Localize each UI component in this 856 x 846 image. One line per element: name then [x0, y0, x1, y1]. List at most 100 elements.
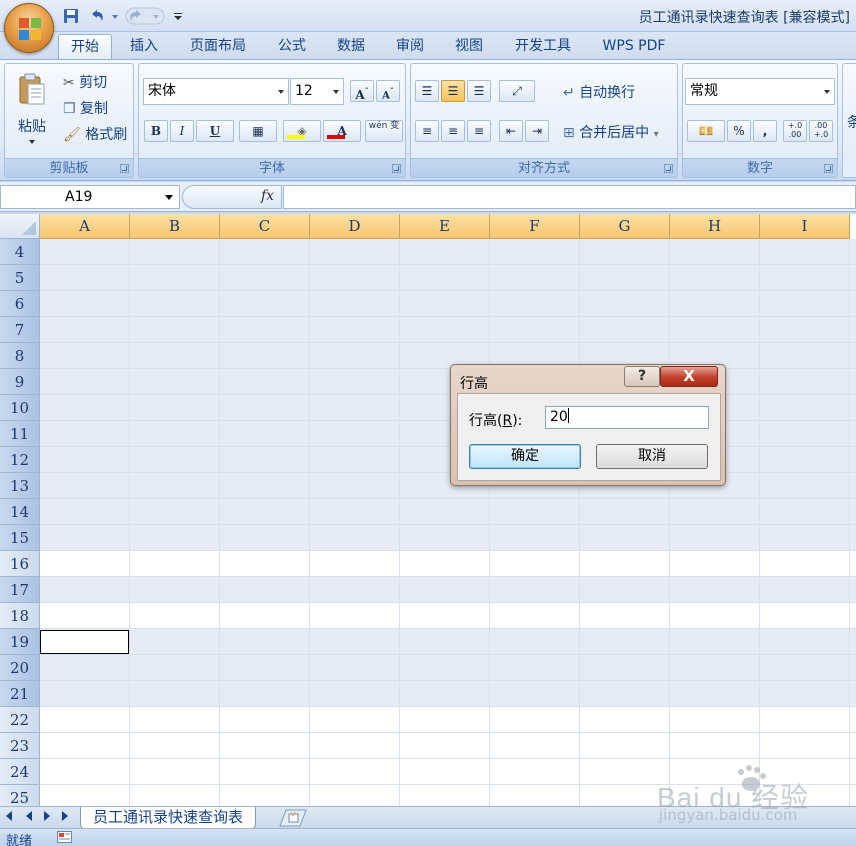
row-header[interactable]: 25 [0, 785, 40, 806]
tab-view[interactable]: 视图 [442, 34, 496, 60]
align-center-button[interactable]: ≡ [441, 120, 465, 142]
column-header[interactable]: H [670, 214, 760, 239]
row-header[interactable]: 23 [0, 733, 40, 759]
name-box[interactable]: A19 [0, 185, 180, 209]
row-header[interactable]: 14 [0, 499, 40, 525]
bold-button[interactable]: B [144, 120, 168, 142]
table-row[interactable] [40, 395, 856, 421]
prev-sheet-icon[interactable] [26, 811, 32, 821]
column-header[interactable]: G [580, 214, 670, 239]
active-cell[interactable] [40, 630, 129, 654]
table-row[interactable] [40, 421, 856, 447]
font-launcher-icon[interactable] [392, 164, 401, 173]
tab-insert[interactable]: 插入 [118, 34, 170, 60]
row-header[interactable]: 11 [0, 421, 40, 447]
styles-partial-label[interactable]: 条 [847, 112, 856, 132]
formula-input[interactable] [283, 185, 856, 209]
insert-sheet-icon[interactable] [278, 809, 308, 827]
table-row[interactable] [40, 681, 856, 707]
decrease-decimal-button[interactable]: .00 +.0 [809, 120, 833, 142]
orientation-button[interactable]: ⤢ [499, 80, 535, 102]
table-row[interactable] [40, 369, 856, 395]
currency-button[interactable]: 💴 [687, 120, 725, 142]
table-row[interactable] [40, 551, 856, 577]
row-header[interactable]: 5 [0, 265, 40, 291]
sheet-tab[interactable]: 员工通讯录快速查询表 [80, 807, 257, 829]
save-icon[interactable] [62, 7, 80, 25]
increase-decimal-button[interactable]: +.0 .00 [783, 120, 807, 142]
row-header[interactable]: 7 [0, 317, 40, 343]
cut-button[interactable]: ✂ 剪切 [63, 72, 107, 92]
row-header[interactable]: 9 [0, 369, 40, 395]
table-row[interactable] [40, 265, 856, 291]
table-row[interactable] [40, 577, 856, 603]
copy-button[interactable]: ❐ 复制 [63, 98, 108, 118]
column-header[interactable]: D [310, 214, 400, 239]
comma-button[interactable]: , [753, 120, 777, 142]
row-height-input[interactable]: 20 [545, 406, 709, 429]
italic-button[interactable]: I [170, 120, 194, 142]
underline-button[interactable]: U [196, 120, 234, 142]
tab-data[interactable]: 数据 [324, 34, 378, 60]
undo-icon[interactable] [88, 7, 106, 25]
row-header[interactable]: 18 [0, 603, 40, 629]
cancel-button[interactable]: 取消 [596, 444, 708, 469]
wrap-text-button[interactable]: ↵ 自动换行 [563, 82, 635, 102]
align-left-button[interactable]: ≡ [415, 120, 439, 142]
table-row[interactable] [40, 655, 856, 681]
format-painter-button[interactable]: 🖌 格式刷 [63, 124, 127, 144]
phonetic-button[interactable]: wén 变 [365, 120, 403, 142]
select-all-button[interactable] [0, 214, 40, 239]
last-sheet-icon[interactable] [62, 811, 68, 821]
row-header[interactable]: 20 [0, 655, 40, 681]
table-row[interactable] [40, 291, 856, 317]
border-button[interactable]: ▦ [239, 120, 277, 142]
font-size-combo[interactable]: 12 [290, 78, 344, 105]
tab-formulas[interactable]: 公式 [266, 34, 318, 60]
fill-color-button[interactable]: ◈ [283, 120, 321, 142]
clipboard-launcher-icon[interactable] [120, 164, 129, 173]
redo-icon[interactable] [125, 7, 165, 25]
row-header[interactable]: 10 [0, 395, 40, 421]
help-button[interactable]: ? [624, 366, 660, 387]
font-color-button[interactable]: A [323, 120, 361, 142]
tab-developer[interactable]: 开发工具 [502, 34, 584, 60]
row-header[interactable]: 22 [0, 707, 40, 733]
tab-home[interactable]: 开始 [58, 34, 112, 60]
tab-wps-pdf[interactable]: WPS PDF [592, 34, 676, 60]
number-format-combo[interactable]: 常规 [685, 78, 835, 105]
column-header[interactable]: B [130, 214, 220, 239]
decrease-indent-button[interactable]: ⇤ [499, 120, 523, 142]
row-header[interactable]: 21 [0, 681, 40, 707]
row-header[interactable]: 12 [0, 447, 40, 473]
align-bottom-button[interactable]: ☰ [467, 80, 491, 102]
row-header[interactable]: 15 [0, 525, 40, 551]
table-row[interactable] [40, 447, 856, 473]
row-header[interactable]: 4 [0, 239, 40, 265]
alignment-launcher-icon[interactable] [664, 164, 673, 173]
undo-dropdown-icon[interactable] [110, 7, 120, 25]
column-header[interactable]: C [220, 214, 310, 239]
increase-indent-button[interactable]: ⇥ [525, 120, 549, 142]
tab-review[interactable]: 审阅 [384, 34, 436, 60]
row-header[interactable]: 6 [0, 291, 40, 317]
table-row[interactable] [40, 239, 856, 265]
paste-button[interactable]: 粘贴 [9, 70, 55, 154]
worksheet-grid[interactable]: ABCDEFGHI 4 5 6 7 8 9 10 11 12 13 14 15 16 17 18 19 20 21… [0, 214, 856, 806]
row-header[interactable]: 17 [0, 577, 40, 603]
row-header[interactable]: 13 [0, 473, 40, 499]
table-row[interactable] [40, 317, 856, 343]
align-top-button[interactable]: ☰ [415, 80, 439, 102]
row-header[interactable]: 16 [0, 551, 40, 577]
office-button[interactable] [4, 3, 54, 53]
column-header[interactable]: E [400, 214, 490, 239]
customize-qat-icon[interactable] [172, 7, 184, 25]
align-right-button[interactable]: ≡ [467, 120, 491, 142]
tab-page-layout[interactable]: 页面布局 [178, 34, 258, 60]
table-row[interactable] [40, 733, 856, 759]
next-sheet-icon[interactable] [44, 811, 50, 821]
shrink-font-button[interactable]: Aˇ [376, 80, 400, 102]
table-row[interactable] [40, 343, 856, 369]
macro-record-icon[interactable] [57, 831, 72, 843]
close-button[interactable]: X [660, 366, 718, 387]
